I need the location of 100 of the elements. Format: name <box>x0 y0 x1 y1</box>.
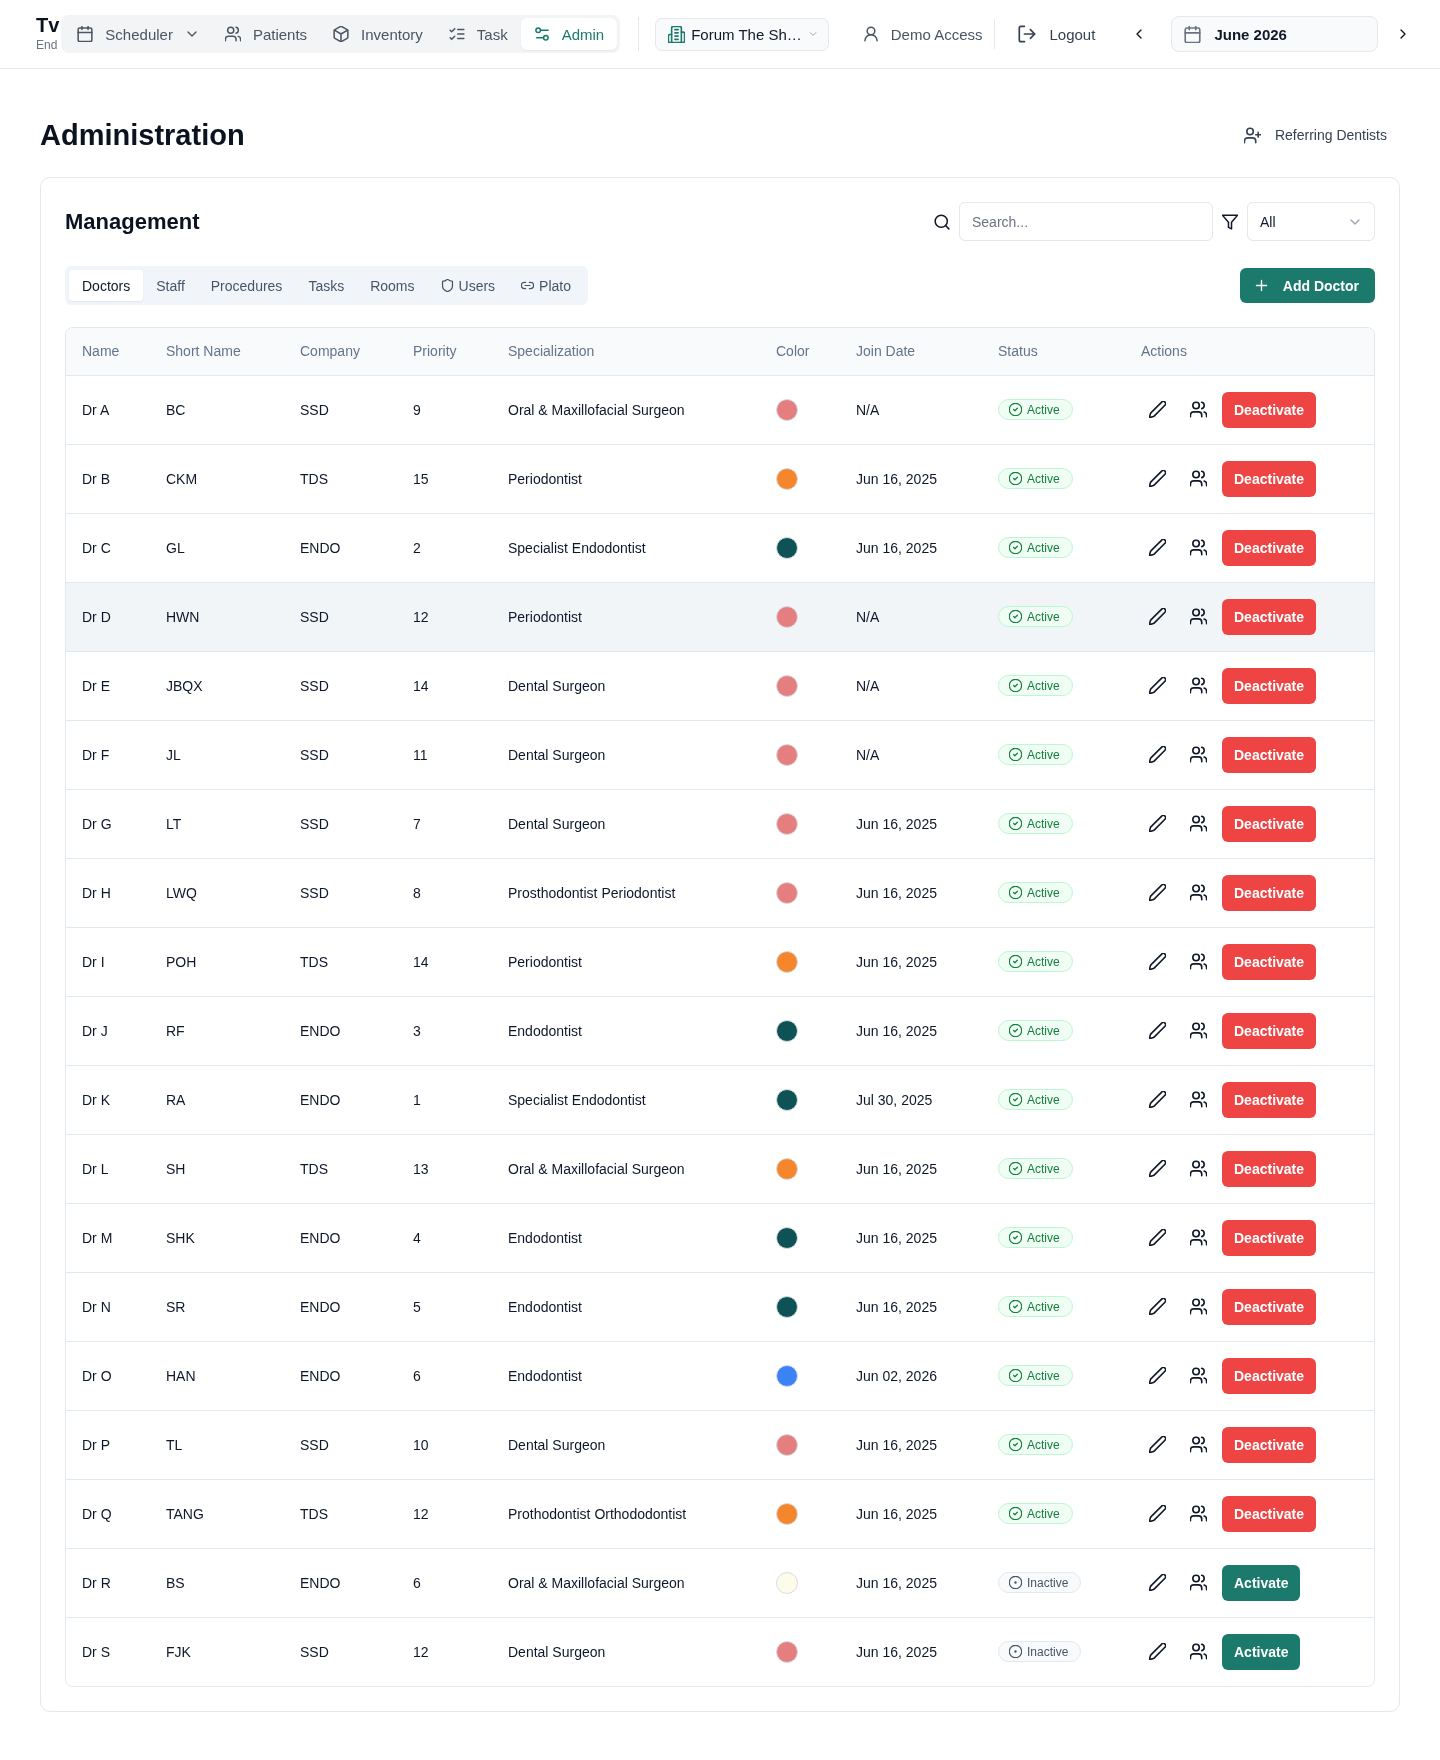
column-header: Name <box>66 328 150 375</box>
deactivate-button[interactable]: Deactivate <box>1222 805 1317 842</box>
table-cell: Dr J <box>66 996 150 1065</box>
month-picker[interactable]: June 2026 <box>1171 16 1378 52</box>
table-cell: LT <box>150 789 284 858</box>
nav-tab[interactable]: Inventory <box>320 18 436 50</box>
users-icon[interactable] <box>1190 1436 1207 1453</box>
filter-select[interactable]: All <box>1247 202 1375 241</box>
table-cell: Jun 16, 2025 <box>840 1617 982 1686</box>
users-icon[interactable] <box>1190 608 1207 625</box>
table-cell: Jul 30, 2025 <box>840 1065 982 1134</box>
edit-icon[interactable] <box>1149 1367 1166 1384</box>
table-cell: N/A <box>840 651 982 720</box>
table-cell: Dental Surgeon <box>492 1410 760 1479</box>
edit-icon[interactable] <box>1149 677 1166 694</box>
tab[interactable]: Plato <box>508 270 584 301</box>
deactivate-button[interactable]: Deactivate <box>1222 1495 1317 1532</box>
users-icon[interactable] <box>1190 1160 1207 1177</box>
edit-icon[interactable] <box>1149 1298 1166 1315</box>
users-icon[interactable] <box>1190 1574 1207 1591</box>
add-doctor-button[interactable]: Add Doctor <box>1239 268 1375 303</box>
edit-icon[interactable] <box>1149 953 1166 970</box>
users-icon[interactable] <box>1190 539 1207 556</box>
users-icon[interactable] <box>1190 470 1207 487</box>
users-icon[interactable] <box>1190 884 1207 901</box>
filter-icon[interactable] <box>1222 213 1238 230</box>
users-icon[interactable] <box>1190 1298 1207 1315</box>
users-icon[interactable] <box>1190 677 1207 694</box>
edit-icon[interactable] <box>1149 1022 1166 1039</box>
tab[interactable]: Procedures <box>197 270 296 301</box>
edit-icon[interactable] <box>1149 815 1166 832</box>
calendar-icon <box>77 26 94 42</box>
nav-tab[interactable]: Admin <box>520 18 618 50</box>
deactivate-button[interactable]: Deactivate <box>1222 1426 1317 1463</box>
deactivate-button[interactable]: Deactivate <box>1222 667 1317 704</box>
users-icon[interactable] <box>1190 401 1207 418</box>
deactivate-button[interactable]: Deactivate <box>1222 1288 1317 1325</box>
referring-dentists-button[interactable]: Referring Dentists <box>1235 117 1400 153</box>
edit-icon[interactable] <box>1149 539 1166 556</box>
deactivate-button[interactable]: Deactivate <box>1222 460 1317 497</box>
edit-icon[interactable] <box>1149 746 1166 763</box>
deactivate-button[interactable]: Deactivate <box>1222 529 1317 566</box>
users-icon[interactable] <box>1190 953 1207 970</box>
user-menu[interactable]: Demo Access <box>862 25 983 43</box>
table-cell: TDS <box>284 1134 397 1203</box>
table-cell: Specialist Endodontist <box>492 513 760 582</box>
status-label: Active <box>1027 1161 1060 1176</box>
logout-icon <box>1018 25 1037 43</box>
users-icon[interactable] <box>1190 1091 1207 1108</box>
edit-icon[interactable] <box>1149 1574 1166 1591</box>
deactivate-button[interactable]: Deactivate <box>1222 391 1317 428</box>
deactivate-button[interactable]: Deactivate <box>1222 1219 1317 1256</box>
deactivate-button[interactable]: Deactivate <box>1222 598 1317 635</box>
users-icon[interactable] <box>1190 746 1207 763</box>
edit-icon[interactable] <box>1149 1436 1166 1453</box>
app-title: Tv <box>36 14 60 36</box>
deactivate-button[interactable]: Deactivate <box>1222 736 1317 773</box>
edit-icon[interactable] <box>1149 470 1166 487</box>
search-field[interactable]: Search... <box>959 202 1213 241</box>
users-icon[interactable] <box>1190 1505 1207 1522</box>
deactivate-button[interactable]: Deactivate <box>1222 1357 1317 1394</box>
status-label: Active <box>1027 1092 1060 1107</box>
activate-button[interactable]: Activate <box>1222 1633 1301 1670</box>
deactivate-button[interactable]: Deactivate <box>1222 1150 1317 1187</box>
tab[interactable]: Tasks <box>295 270 358 301</box>
edit-icon[interactable] <box>1149 608 1166 625</box>
tab[interactable]: Staff <box>143 270 198 301</box>
activate-button[interactable]: Activate <box>1222 1564 1301 1601</box>
edit-icon[interactable] <box>1149 1160 1166 1177</box>
tab[interactable]: Users <box>427 270 509 301</box>
table-cell: Endodontist <box>492 1203 760 1272</box>
logout-button[interactable]: Logout <box>1018 25 1096 43</box>
column-header: Status <box>982 328 1125 375</box>
table-cell: 1 <box>397 1065 492 1134</box>
tab[interactable]: Doctors <box>69 270 144 301</box>
users-icon[interactable] <box>1190 1367 1207 1384</box>
edit-icon[interactable] <box>1149 1229 1166 1246</box>
edit-icon[interactable] <box>1149 884 1166 901</box>
deactivate-button[interactable]: Deactivate <box>1222 1012 1317 1049</box>
users-icon[interactable] <box>1190 1643 1207 1661</box>
nav-tab[interactable]: Task <box>435 18 521 50</box>
users-icon[interactable] <box>1190 815 1207 832</box>
table-cell: 3 <box>397 996 492 1065</box>
deactivate-button[interactable]: Deactivate <box>1222 874 1317 911</box>
location-dropdown[interactable]: Forum The Sh… <box>655 17 829 51</box>
nav-tab[interactable]: Scheduler <box>64 18 212 50</box>
table-cell: Dr P <box>66 1410 150 1479</box>
users-icon[interactable] <box>1190 1022 1207 1039</box>
table-cell: Dr D <box>66 582 150 651</box>
users-icon[interactable] <box>1190 1229 1207 1246</box>
table-cell: JL <box>150 720 284 789</box>
edit-icon[interactable] <box>1149 1505 1166 1522</box>
edit-icon[interactable] <box>1149 1091 1166 1108</box>
nav-tab[interactable]: Patients <box>211 18 321 50</box>
edit-icon[interactable] <box>1149 1643 1166 1661</box>
deactivate-button[interactable]: Deactivate <box>1222 1081 1317 1118</box>
deactivate-button[interactable]: Deactivate <box>1222 943 1317 980</box>
tab[interactable]: Rooms <box>357 270 428 301</box>
edit-icon[interactable] <box>1149 401 1166 418</box>
table-cell: Dental Surgeon <box>492 1617 760 1686</box>
